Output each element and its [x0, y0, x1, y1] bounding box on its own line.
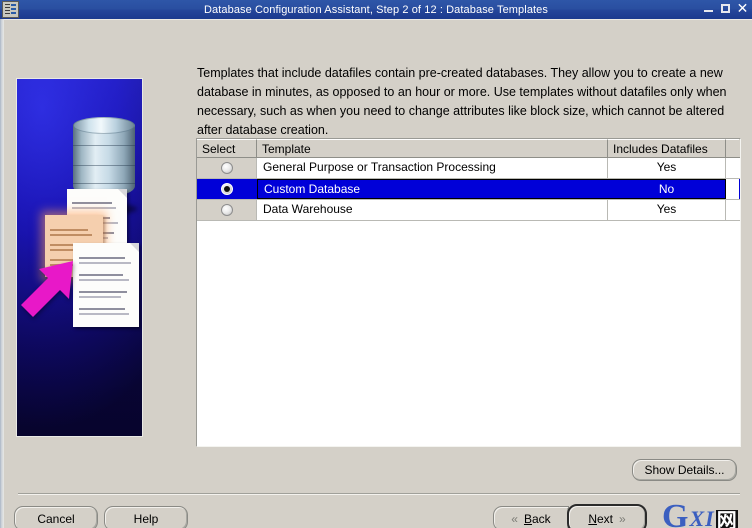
cancel-button[interactable]: Cancel	[14, 506, 98, 528]
back-button-label: Back	[523, 511, 551, 526]
dbca-window: Database Configuration Assistant, Step 2…	[0, 0, 752, 528]
close-button[interactable]: ✕	[736, 1, 749, 15]
row-select-cell[interactable]	[197, 179, 257, 199]
chevron-left-icon: «	[511, 511, 518, 526]
watermark-cjk: 网	[715, 510, 738, 528]
row-includes-datafiles: No	[608, 179, 726, 199]
table-row[interactable]: Data Warehouse Yes	[197, 200, 740, 221]
row-template-name: Custom Database	[257, 179, 608, 199]
row-includes-datafiles: Yes	[608, 158, 726, 178]
app-icon	[2, 1, 19, 18]
document-sheet-front-icon	[73, 243, 139, 327]
table-body: General Purpose or Transaction Processin…	[197, 158, 740, 221]
minimize-button[interactable]	[702, 2, 715, 15]
column-header-filler	[726, 139, 739, 157]
frame-highlight	[0, 19, 752, 20]
window-title: Database Configuration Assistant, Step 2…	[203, 3, 549, 16]
row-select-cell[interactable]	[197, 158, 257, 178]
table-row[interactable]: Custom Database No	[197, 179, 740, 200]
watermark: G XI 网 system.com	[662, 498, 748, 528]
maximize-button[interactable]	[719, 2, 732, 15]
cylinder-body	[73, 125, 135, 197]
row-includes-datafiles: Yes	[608, 200, 726, 220]
pink-arrow-icon	[19, 259, 75, 323]
watermark-logo: G XI 网	[662, 498, 738, 528]
frame-left-border	[0, 19, 4, 528]
window-body: Templates that include datafiles contain…	[0, 19, 752, 528]
column-header-template[interactable]: Template	[257, 139, 608, 157]
window-titlebar[interactable]: Database Configuration Assistant, Step 2…	[0, 0, 752, 19]
watermark-g: G	[662, 498, 689, 528]
table-header-row: Select Template Includes Datafiles	[197, 139, 740, 158]
show-details-button[interactable]: Show Details...	[632, 459, 737, 481]
row-filler	[726, 179, 739, 199]
watermark-xi: XI	[689, 506, 715, 528]
radio-button-icon[interactable]	[220, 162, 233, 174]
row-filler	[726, 200, 739, 220]
illustration-image	[17, 79, 142, 436]
row-template-name: Data Warehouse	[257, 200, 608, 220]
next-button[interactable]: Next »	[567, 504, 647, 528]
radio-button-selected-icon[interactable]	[221, 183, 233, 195]
next-button-label: Next	[588, 511, 613, 526]
table-row[interactable]: General Purpose or Transaction Processin…	[197, 158, 740, 179]
description-text: Templates that include datafiles contain…	[197, 66, 727, 137]
row-template-name: General Purpose or Transaction Processin…	[257, 158, 608, 178]
radio-button-icon[interactable]	[220, 204, 233, 216]
illustration-panel	[16, 78, 143, 437]
back-button[interactable]: « Back	[493, 506, 569, 528]
row-filler	[726, 158, 739, 178]
column-header-select[interactable]: Select	[197, 139, 257, 157]
button-bar-separator	[18, 493, 740, 495]
templates-table: Select Template Includes Datafiles Gener…	[196, 138, 741, 447]
help-button[interactable]: Help	[104, 506, 188, 528]
cylinder-top	[73, 117, 135, 134]
row-select-cell[interactable]	[197, 200, 257, 220]
column-header-includes-datafiles[interactable]: Includes Datafiles	[608, 139, 726, 157]
window-controls: ✕	[702, 1, 749, 15]
chevron-right-icon: »	[619, 511, 626, 526]
